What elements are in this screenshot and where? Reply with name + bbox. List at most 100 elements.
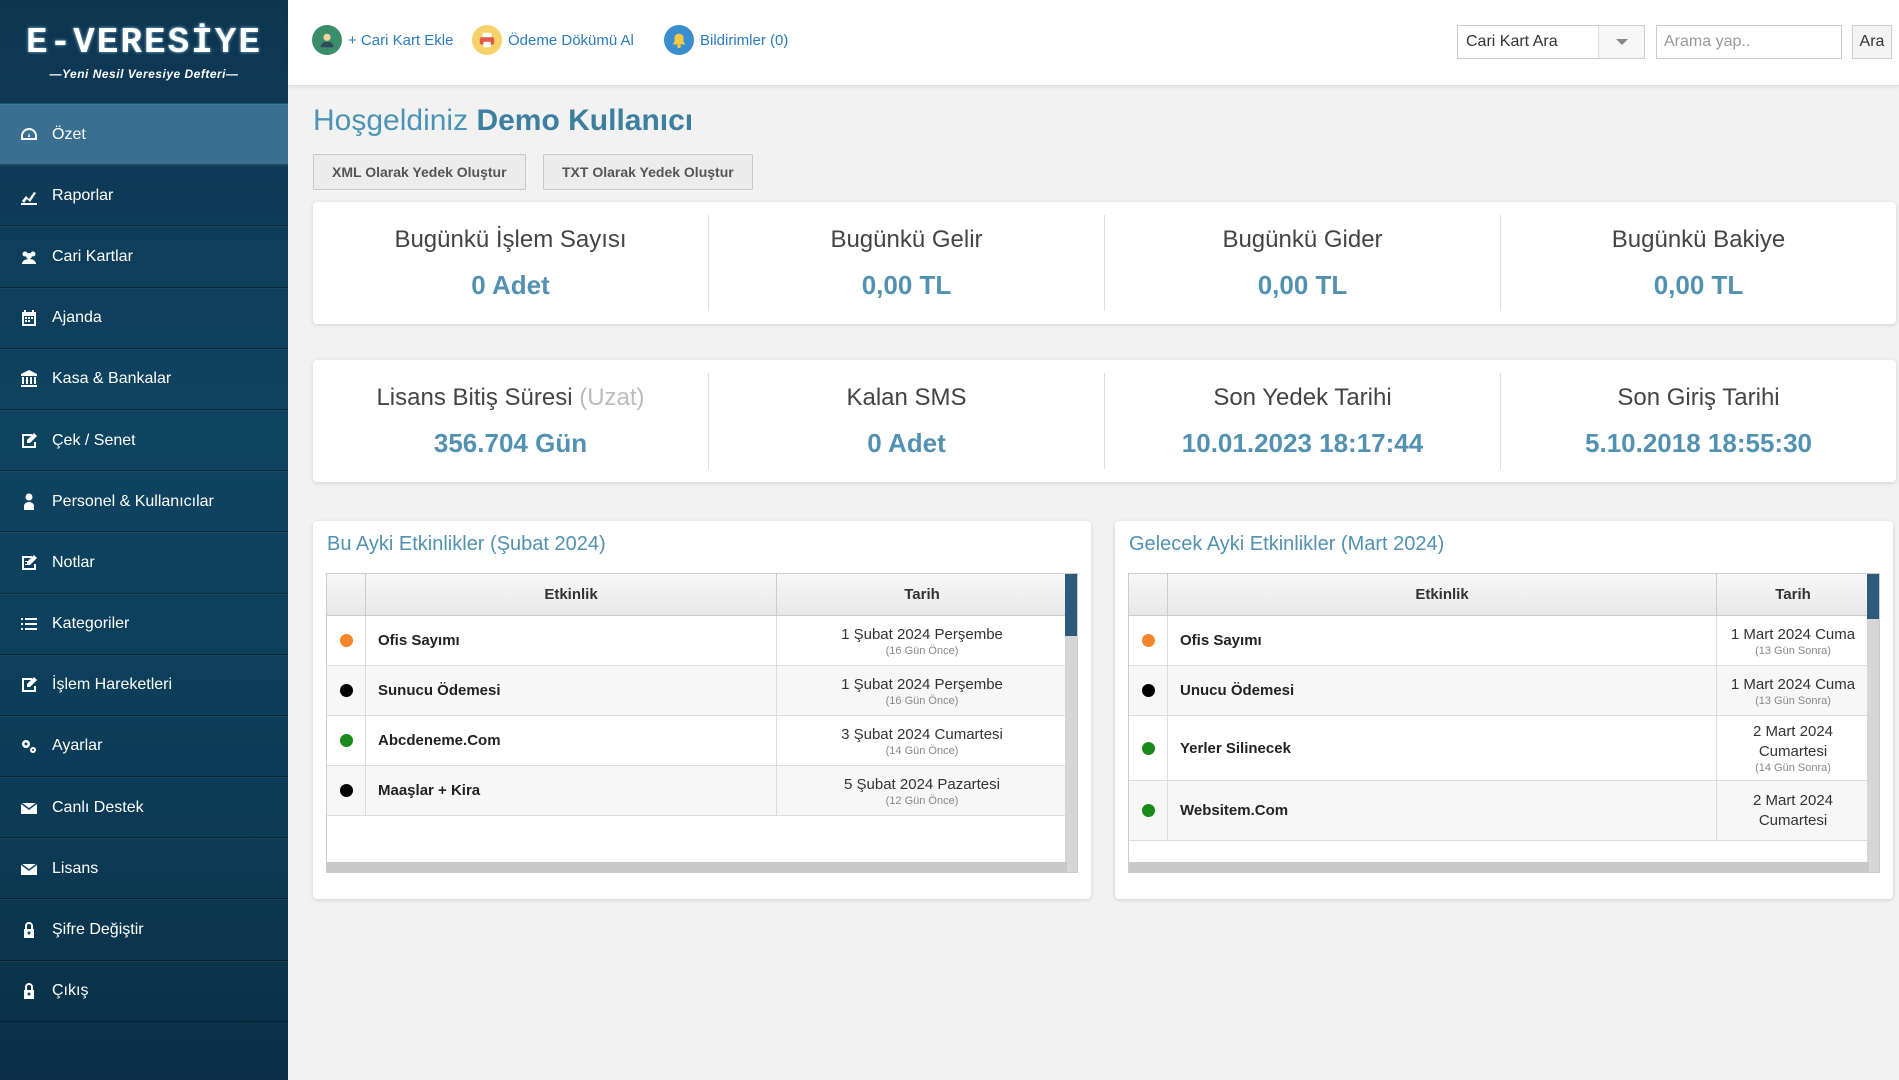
notes-icon — [18, 552, 40, 574]
vertical-scrollbar[interactable] — [1065, 574, 1077, 872]
table-row[interactable]: Ofis Sayımı 1 Mart 2024 Cuma (13 Gün Sonra… — [1129, 616, 1879, 666]
users-icon — [18, 246, 40, 268]
event-name: Maaşlar + Kira — [365, 766, 776, 815]
sidebar-item-label: Kasa & Bankalar — [52, 370, 172, 388]
stat-value: 0,00 TL — [1653, 269, 1744, 300]
brand-logo[interactable]: E-VERESİYE —Yeni Nesil Veresiye Defteri— — [0, 0, 288, 104]
dashboard-icon — [18, 124, 40, 146]
status-dot — [339, 734, 353, 747]
scroll-thumb[interactable] — [1867, 574, 1879, 619]
event-relative-time: (12 Gün Önce) — [885, 794, 959, 807]
search-type-select[interactable]: Cari Kart Ara — [1457, 25, 1645, 59]
stat-label: Kalan SMS — [846, 383, 967, 411]
event-date: 5 Şubat 2024 Pazartesi — [844, 775, 1000, 793]
notifications-link[interactable]: Bildirimler (0) — [664, 24, 788, 56]
header-event[interactable]: Etkinlik — [1167, 574, 1716, 615]
sidebar-item-özet[interactable]: Özet — [0, 104, 288, 166]
sidebar-item-kasa-bankalar[interactable]: Kasa & Bankalar — [0, 348, 288, 410]
header-date[interactable]: Tarih — [1716, 574, 1869, 615]
status-dot — [1141, 634, 1155, 647]
stat-balance: Bugünkü Bakiye 0,00 TL — [1500, 215, 1896, 311]
sidebar-item-label: Cari Kartlar — [52, 247, 133, 265]
sidebar-item-raporlar[interactable]: Raporlar — [0, 165, 288, 227]
table-row[interactable]: Yerler Silinecek 2 Mart 2024 Cumartesi (14… — [1129, 716, 1879, 781]
horizontal-scrollbar[interactable] — [327, 862, 1067, 872]
stat-expense: Bugünkü Gider 0,00 TL — [1104, 215, 1500, 311]
user-icon — [18, 491, 40, 513]
horizontal-scrollbar[interactable] — [1129, 862, 1869, 872]
table-row[interactable]: Websitem.Com 2 Mart 2024 Cumartesi — [1129, 781, 1879, 841]
edit-icon — [18, 674, 40, 696]
next-month-events-panel: Gelecek Ayki Etkinlikler (Mart 2024) Etk… — [1115, 521, 1893, 899]
status-dot-cell — [327, 616, 365, 665]
scroll-thumb[interactable] — [1065, 574, 1077, 636]
sidebar-item-cari-kartlar[interactable]: Cari Kartlar — [0, 226, 288, 288]
table-row[interactable]: Maaşlar + Kira 5 Şubat 2024 Pazartesi (12 … — [327, 766, 1077, 816]
status-dot — [1141, 684, 1155, 697]
sidebar-nav: Özet Raporlar Cari Kartlar Ajanda Kasa & Ban… — [0, 104, 288, 1022]
event-date-cell: 1 Şubat 2024 Perşembe (16 Gün Önce) — [776, 616, 1067, 665]
add-card-link[interactable]: + Cari Kart Ekle — [312, 24, 453, 56]
this-month-events-panel: Bu Ayki Etkinlikler (Şubat 2024) Etkinli… — [313, 521, 1091, 899]
stat-income: Bugünkü Gelir 0,00 TL — [708, 215, 1104, 311]
xml-backup-button[interactable]: XML Olarak Yedek Oluştur — [313, 154, 526, 190]
event-date-cell: 2 Mart 2024 Cumartesi — [1716, 781, 1869, 840]
header-event[interactable]: Etkinlik — [365, 574, 776, 615]
sidebar-item-ayarlar[interactable]: Ayarlar — [0, 715, 288, 778]
panel-title: Bu Ayki Etkinlikler (Şubat 2024) — [327, 533, 606, 555]
event-date-cell: 5 Şubat 2024 Pazartesi (12 Gün Önce) — [776, 766, 1067, 815]
vertical-scrollbar[interactable] — [1867, 574, 1879, 872]
sidebar-item-lisans[interactable]: Lisans — [0, 838, 288, 900]
sidebar-item-label: Şifre Değiştir — [52, 921, 144, 939]
status-dot — [339, 784, 353, 797]
table-row[interactable]: Ofis Sayımı 1 Şubat 2024 Perşembe (16 Gün … — [327, 616, 1077, 666]
payment-report-link[interactable]: Ödeme Dökümü Al — [472, 24, 634, 56]
status-dot-cell — [1129, 666, 1167, 715]
event-name: Abcdeneme.Com — [365, 716, 776, 765]
chevron-down-icon[interactable] — [1598, 26, 1644, 58]
sidebar-item-şifre-değiştir[interactable]: Şifre Değiştir — [0, 899, 288, 961]
sidebar-item-i-şlem-hareketleri[interactable]: İşlem Hareketleri — [0, 654, 288, 716]
search-type-value: Cari Kart Ara — [1466, 33, 1558, 50]
event-date: 3 Şubat 2024 Cumartesi — [841, 725, 1003, 743]
event-date: 1 Şubat 2024 Perşembe — [841, 675, 1003, 693]
event-name: Websitem.Com — [1167, 781, 1716, 840]
txt-backup-button[interactable]: TXT Olarak Yedek Oluştur — [543, 154, 753, 190]
stat-value: 356.704 Gün — [433, 427, 588, 458]
table-row[interactable]: Abcdeneme.Com 3 Şubat 2024 Cumartesi (14 G… — [327, 716, 1077, 766]
sidebar-item-label: Çek / Senet — [52, 431, 136, 449]
table-body: Ofis Sayımı 1 Mart 2024 Cuma (13 Gün Sonra… — [1129, 616, 1879, 841]
brand-tagline: —Yeni Nesil Veresiye Defteri— — [49, 67, 239, 81]
list-icon — [18, 613, 40, 635]
status-dot-cell — [1129, 716, 1167, 780]
page-title: Hoşgeldiniz Demo Kullanıcı — [313, 104, 693, 138]
event-date-cell: 1 Mart 2024 Cuma (13 Gün Sonra) — [1716, 666, 1869, 715]
sidebar-item-çek-senet[interactable]: Çek / Senet — [0, 409, 288, 472]
sidebar-item-label: Canlı Destek — [52, 798, 144, 816]
notifications-label: Bildirimler (0) — [700, 31, 789, 49]
extend-license-link[interactable]: (Uzat) — [579, 384, 644, 411]
sidebar-item-personel-kullanıcılar[interactable]: Personel & Kullanıcılar — [0, 471, 288, 533]
calendar-icon — [18, 307, 40, 329]
table-header: Etkinlik Tarih — [1129, 574, 1879, 616]
sidebar-item-canlı-destek[interactable]: Canlı Destek — [0, 777, 288, 839]
status-dot — [339, 684, 353, 697]
table-row[interactable]: Sunucu Ödemesi 1 Şubat 2024 Perşembe (16 G… — [327, 666, 1077, 716]
event-relative-time: (16 Gün Önce) — [885, 644, 959, 657]
sidebar-item-çıkış[interactable]: Çıkış — [0, 960, 288, 1022]
events-table: Etkinlik Tarih Ofis Sayımı 1 Şubat 2024 P… — [326, 573, 1078, 873]
sidebar-item-notlar[interactable]: Notlar — [0, 532, 288, 594]
search-button[interactable]: Ara — [1852, 25, 1892, 59]
table-row[interactable]: Unucu Ödemesi 1 Mart 2024 Cuma (13 Gün Son… — [1129, 666, 1879, 716]
stat-sms: Kalan SMS 0 Adet — [708, 373, 1104, 469]
lock-icon — [18, 980, 40, 1002]
event-date-cell: 1 Şubat 2024 Perşembe (16 Gün Önce) — [776, 666, 1067, 715]
stat-value: 10.01.2023 18:17:44 — [1181, 427, 1424, 458]
search-input[interactable] — [1656, 25, 1842, 59]
sidebar-item-ajanda[interactable]: Ajanda — [0, 287, 288, 349]
sidebar-item-label: Ajanda — [52, 309, 102, 327]
header-date[interactable]: Tarih — [776, 574, 1067, 615]
events-table: Etkinlik Tarih Ofis Sayımı 1 Mart 2024 Cu… — [1128, 573, 1880, 873]
sidebar-item-kategoriler[interactable]: Kategoriler — [0, 593, 288, 655]
envelope-icon — [18, 858, 40, 880]
